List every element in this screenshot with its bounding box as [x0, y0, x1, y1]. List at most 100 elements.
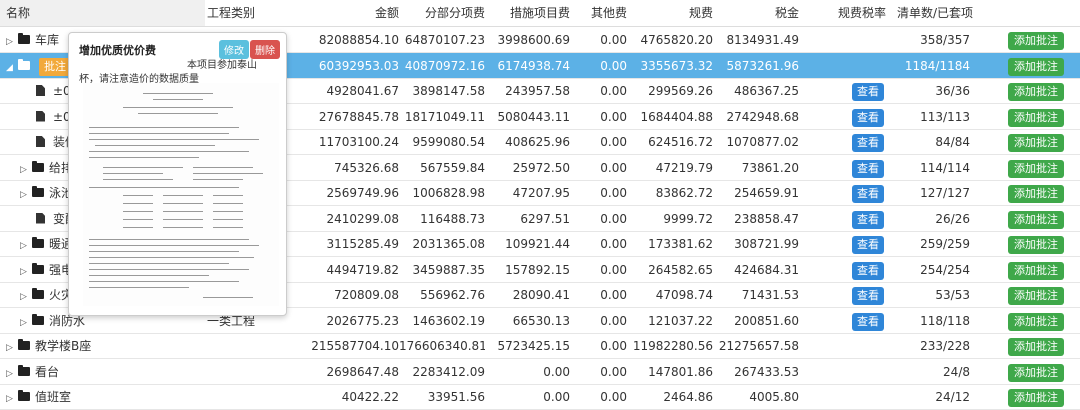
collapsed-arrow-icon[interactable]: ▷ — [6, 386, 16, 409]
view-fee-rate-button[interactable]: 查看 — [852, 287, 884, 305]
row-name-label: 车库 — [35, 33, 60, 47]
add-comment-button[interactable]: 添加批注 — [1008, 185, 1064, 203]
view-fee-rate-button[interactable]: 查看 — [852, 108, 884, 127]
add-comment-button[interactable]: 添加批注 — [1008, 363, 1064, 382]
cell-tax: 21275657.58 — [718, 339, 799, 353]
cell-amount: 2569749.96 — [326, 186, 399, 200]
add-comment-button[interactable]: 添加批注 — [1008, 287, 1064, 305]
folder-icon — [32, 262, 44, 274]
folder-icon — [18, 364, 30, 376]
col-amount-header[interactable]: 金额 — [298, 0, 399, 26]
row-name-cell[interactable]: ▷ 教学楼B座 — [0, 333, 205, 358]
add-comment-button[interactable]: 添加批注 — [1008, 210, 1064, 229]
comment-tag[interactable]: 批注 — [39, 57, 71, 76]
cell-measure: 0.00 — [543, 364, 570, 379]
expanded-arrow-icon[interactable]: ◢ — [6, 55, 16, 78]
cell-measure: 5723425.15 — [497, 339, 570, 353]
cell-amount: 27678845.78 — [318, 109, 399, 124]
view-fee-rate-button[interactable]: 查看 — [852, 210, 884, 229]
table-row[interactable]: ▷ 看台 2698647.48 2283412.09 0.00 0.00 147801.86… — [0, 359, 1080, 385]
cell-action: 添加批注 — [1006, 333, 1066, 358]
collapsed-arrow-icon[interactable]: ▷ — [20, 157, 30, 180]
add-comment-button[interactable]: 添加批注 — [1008, 389, 1064, 407]
cell-sub-item: 116488.73 — [420, 211, 485, 226]
collapsed-arrow-icon[interactable]: ▷ — [20, 284, 30, 307]
view-fee-rate-button[interactable]: 查看 — [852, 312, 884, 331]
collapsed-arrow-icon[interactable]: ▷ — [6, 29, 16, 52]
cell-fee: 121037.22 — [648, 313, 713, 328]
add-comment-button[interactable]: 添加批注 — [1008, 261, 1064, 280]
add-comment-button[interactable]: 添加批注 — [1008, 312, 1064, 331]
add-comment-button[interactable]: 添加批注 — [1008, 57, 1064, 76]
row-name-label: 值班室 — [35, 390, 72, 404]
col-type-header[interactable]: 工程类别 — [205, 0, 298, 26]
cell-fee: 173381.62 — [648, 237, 713, 251]
table-row[interactable]: ▷ 教学楼B座 215587704.10 176606340.81 5723425.15… — [0, 333, 1080, 359]
cell-amount: 215587704.10 — [311, 339, 399, 353]
file-icon — [36, 212, 45, 224]
collapsed-arrow-icon[interactable]: ▷ — [6, 335, 16, 358]
add-comment-button[interactable]: 添加批注 — [1008, 32, 1064, 50]
col-sub-item-header[interactable]: 分部分项费 — [399, 0, 485, 26]
row-name-cell[interactable]: ▷ 值班室 — [0, 384, 205, 409]
file-icon — [36, 110, 45, 122]
cell-action: 添加批注 — [1006, 104, 1066, 129]
collapsed-arrow-icon[interactable]: ▷ — [20, 310, 30, 333]
cell-list-count: 127/127 — [920, 186, 970, 200]
col-fee-header[interactable]: 规费 — [627, 0, 713, 26]
col-measure-header[interactable]: 措施项目费 — [485, 0, 570, 26]
row-name-cell[interactable]: ▷ 看台 — [0, 359, 205, 384]
cell-measure: 157892.15 — [505, 262, 570, 277]
cell-sub-item: 18171049.11 — [404, 109, 485, 124]
add-comment-button[interactable]: 添加批注 — [1008, 338, 1064, 356]
col-other-header[interactable]: 其他费 — [570, 0, 627, 26]
cell-other: 0.00 — [600, 84, 627, 98]
cell-other: 0.00 — [600, 262, 627, 277]
view-fee-rate-button[interactable]: 查看 — [852, 159, 884, 178]
col-tax-header[interactable]: 税金 — [713, 0, 799, 26]
view-fee-rate-button[interactable]: 查看 — [852, 83, 884, 101]
attached-document-thumbnail[interactable] — [83, 83, 279, 306]
cell-other: 0.00 — [600, 364, 627, 379]
cell-amount: 3115285.49 — [326, 237, 399, 251]
cell-measure: 28090.41 — [512, 288, 570, 302]
cell-action: 添加批注 — [1006, 129, 1066, 154]
view-fee-rate-button[interactable]: 查看 — [852, 134, 884, 152]
comment-popover: 增加优质优价费 修改 删除 本项目参加泰山 杯，请注意造价的数据质量 — [68, 32, 287, 316]
add-comment-button[interactable]: 添加批注 — [1008, 159, 1064, 178]
cell-sub-item: 3898147.58 — [412, 84, 485, 98]
add-comment-button[interactable]: 添加批注 — [1008, 134, 1064, 152]
view-fee-rate-button[interactable]: 查看 — [852, 185, 884, 203]
col-list-count-header[interactable]: 清单数/已套项 — [895, 0, 975, 26]
cell-sub-item: 9599080.54 — [412, 135, 485, 149]
cell-list-count: 114/114 — [920, 160, 970, 175]
col-name-header[interactable]: 名称 — [0, 0, 205, 26]
cell-other: 0.00 — [600, 58, 627, 73]
add-comment-button[interactable]: 添加批注 — [1008, 236, 1064, 254]
collapsed-arrow-icon[interactable]: ▷ — [20, 233, 30, 256]
cell-sub-item: 556962.76 — [420, 288, 485, 302]
cell-action: 添加批注 — [1006, 359, 1066, 384]
cell-amount: 82088854.10 — [318, 33, 399, 47]
folder-icon — [32, 288, 44, 299]
add-comment-button[interactable]: 添加批注 — [1008, 108, 1064, 127]
cell-action: 添加批注 — [1006, 384, 1066, 409]
table-row[interactable]: ▷ 值班室 40422.22 33951.56 0.00 0.00 2464.86 4005.… — [0, 384, 1080, 410]
collapsed-arrow-icon[interactable]: ▷ — [20, 259, 30, 282]
cell-fee: 624516.72 — [648, 135, 713, 149]
col-fee-rate-header[interactable]: 规费税率 — [832, 0, 892, 26]
collapsed-arrow-icon[interactable]: ▷ — [6, 361, 16, 384]
cell-fee: 47219.79 — [655, 160, 713, 175]
collapsed-arrow-icon[interactable]: ▷ — [20, 182, 30, 205]
cell-list-count: 113/113 — [920, 109, 970, 124]
view-fee-rate-button[interactable]: 查看 — [852, 236, 884, 254]
cell-fee: 2464.86 — [663, 390, 713, 404]
cell-other: 0.00 — [600, 109, 627, 124]
cell-fee: 147801.86 — [648, 364, 713, 379]
cell-amount: 720809.08 — [334, 288, 399, 302]
cell-action: 添加批注 — [1006, 231, 1066, 256]
view-fee-rate-button[interactable]: 查看 — [852, 261, 884, 280]
cell-sub-item: 1006828.98 — [412, 186, 485, 200]
add-comment-button[interactable]: 添加批注 — [1008, 83, 1064, 101]
cell-list-count: 84/84 — [935, 135, 970, 149]
